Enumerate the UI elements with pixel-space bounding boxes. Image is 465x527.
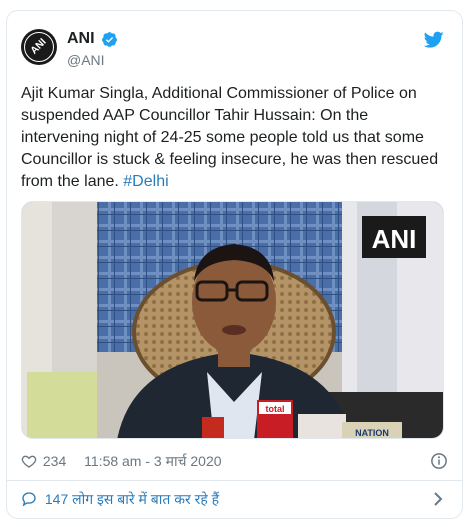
tweet-text: Ajit Kumar Singla, Additional Commission…	[21, 85, 439, 190]
speech-bubble-icon	[22, 492, 36, 507]
conversation-text[interactable]: 147 लोग इस बारे में बात कर रहे हैं	[45, 491, 219, 507]
tweet-media-image[interactable]: ANI total NATION	[21, 201, 444, 439]
tweet-body: Ajit Kumar Singla, Additional Commission…	[21, 83, 441, 193]
mic-label-total: total	[266, 404, 285, 414]
mic-label-nation: NATION	[355, 428, 389, 438]
conversation-link[interactable]: 147 लोग इस बारे में बात कर रहे हैं	[21, 487, 448, 511]
like-count[interactable]: 234	[43, 453, 66, 469]
author-name[interactable]: ANI	[67, 29, 95, 49]
author-block[interactable]: ANI @ANI	[67, 29, 118, 69]
twitter-bird-icon[interactable]	[424, 31, 444, 49]
author-handle[interactable]: @ANI	[67, 51, 118, 69]
tweet-card: ANI ANI @ANI Ajit Kumar Singla, Addition…	[6, 10, 463, 519]
verified-badge-icon	[102, 31, 117, 47]
ani-watermark: ANI	[372, 224, 417, 254]
timestamp[interactable]: 11:58 am - 3 मार्च 2020	[84, 453, 221, 469]
press-conference-photo: ANI total NATION	[22, 202, 443, 438]
hashtag-link[interactable]: #Delhi	[123, 173, 168, 190]
avatar[interactable]: ANI	[21, 29, 57, 65]
tweet-header: ANI ANI @ANI	[21, 29, 448, 73]
divider	[7, 480, 462, 481]
info-icon[interactable]	[430, 452, 448, 470]
avatar-logo-text: ANI	[28, 36, 49, 57]
tweet-meta: 234 11:58 am - 3 मार्च 2020	[21, 451, 448, 471]
heart-icon[interactable]	[21, 453, 37, 469]
chevron-right-icon[interactable]	[432, 492, 444, 506]
